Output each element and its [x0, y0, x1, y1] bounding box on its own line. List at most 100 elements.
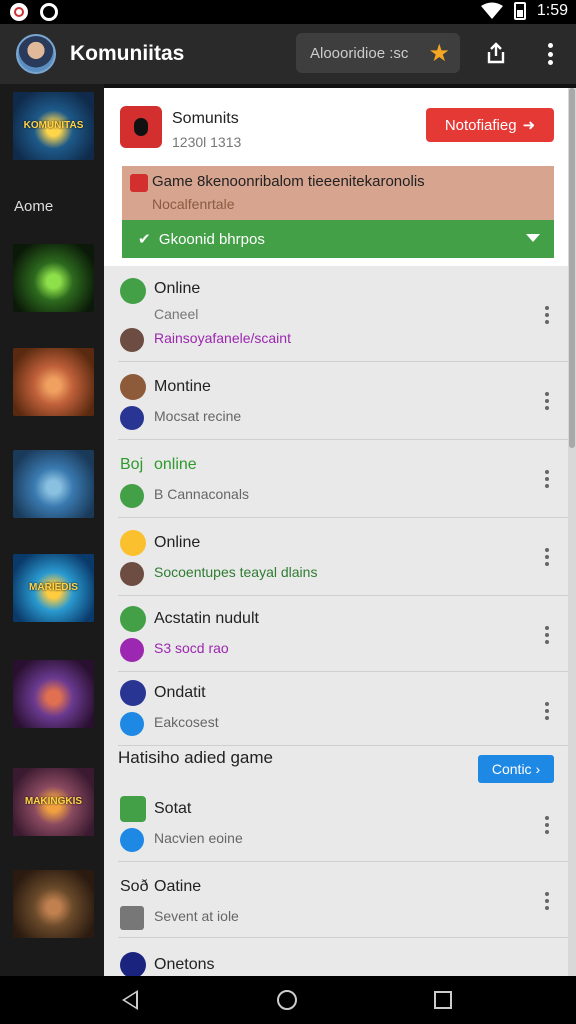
item-title: Montine [154, 378, 211, 395]
avatar [120, 712, 144, 736]
list-item[interactable]: Onetons [118, 938, 568, 976]
more-options-icon[interactable] [544, 702, 550, 720]
list-item[interactable]: Montine Mocsat recine [118, 362, 568, 440]
main-panel: Somunits 1230l 1313 Notofiafieg ➜ Game 8… [104, 88, 568, 976]
item-title: Online [154, 280, 201, 297]
chevron-down-icon [526, 234, 540, 242]
game-thumbnail[interactable] [13, 244, 94, 312]
puzzle-icon [120, 828, 144, 852]
item-detail: Rainsoyafanele/scaint [154, 330, 291, 346]
check-icon: ✔ [138, 231, 151, 248]
more-options-icon[interactable] [544, 816, 550, 834]
game-thumbnail-caption: MARIEDIS [29, 582, 78, 593]
game-controller-icon [120, 106, 162, 148]
list-item[interactable]: Soð Oatine Sevent at iole [118, 862, 568, 938]
avatar [120, 952, 146, 976]
more-options-icon[interactable] [544, 306, 550, 324]
card-title: Somunits [172, 110, 239, 127]
overflow-menu-icon[interactable] [538, 40, 562, 68]
avatar [120, 328, 144, 352]
list-item[interactable]: Ondatit Eakcosest [118, 672, 568, 746]
section-title: Hatisiho adied game [118, 748, 273, 767]
tag-icon [120, 906, 144, 930]
game-thumbnail[interactable] [13, 660, 94, 728]
list-item[interactable]: Online Socoentupes teayal dlains [118, 518, 568, 596]
status-bar: 1:59 [0, 0, 576, 24]
list-item[interactable]: Boj online B Cannaconals [118, 440, 568, 518]
game-thumbnail[interactable]: MARIEDIS [13, 554, 94, 622]
scrollbar-thumb[interactable] [569, 88, 575, 448]
item-subtitle: Nacvien eoine [154, 830, 243, 846]
item-subtitle: Sevent at iole [154, 908, 239, 924]
item-subtitle: Mocsat recine [154, 408, 242, 424]
list-item[interactable]: Online Caneel Rainsoyafanele/scaint [118, 268, 568, 362]
more-options-icon[interactable] [544, 548, 550, 566]
info-banner: Game 8kenoonribalom tieeenitekaronolis N… [122, 166, 554, 220]
more-options-icon[interactable] [544, 392, 550, 410]
notification-button[interactable]: Notofiafieg ➜ [426, 108, 554, 142]
game-thumbnail[interactable] [13, 348, 94, 416]
online-status-icon [120, 278, 146, 304]
recent-apps-icon[interactable] [434, 991, 452, 1009]
back-icon[interactable] [122, 990, 138, 1010]
star-icon[interactable]: ★ [428, 39, 450, 68]
search-field[interactable]: Aloooridioe :sc ★ [296, 33, 460, 73]
sidebar-label[interactable]: Aome [14, 198, 53, 215]
search-placeholder: Aloooridioe :sc [310, 44, 409, 62]
item-title: Ondatit [154, 684, 206, 701]
chat-icon [120, 484, 144, 508]
avatar [120, 406, 144, 430]
app-notification-icon [40, 3, 58, 21]
game-thumbnail[interactable] [13, 450, 94, 518]
more-options-icon[interactable] [544, 892, 550, 910]
card-subtitle: 1230l 1313 [172, 134, 242, 150]
game-thumbnail[interactable]: MAKINGKIS [13, 768, 94, 836]
scrollbar[interactable] [568, 88, 576, 976]
arrow-right-icon: ➜ [522, 117, 536, 134]
item-prefix: Soð [120, 878, 149, 895]
item-subtitle: Eakcosest [154, 714, 219, 730]
item-title: online [154, 456, 197, 473]
list-item[interactable]: Sotat Nacvien eoine [118, 786, 568, 862]
alert-icon [130, 174, 148, 192]
avatar [120, 562, 144, 586]
group-action-label: Gkoonid bhrpos [158, 230, 265, 248]
group-action-button[interactable]: ✔ Gkoonid bhrpos [122, 220, 554, 258]
item-title: Acstatin nudult [154, 610, 259, 627]
banner-subtext: Nocalfenrtale [152, 196, 235, 212]
contact-button[interactable]: Contic › [478, 755, 554, 783]
item-title: Oatine [154, 878, 202, 895]
game-thumbnail-caption: MAKINGKIS [24, 796, 83, 807]
item-prefix: Boj [120, 456, 144, 473]
app-title: Komuniitas [70, 42, 185, 65]
game-thumbnail[interactable] [13, 870, 94, 938]
game-icon [120, 606, 146, 632]
item-subtitle: Caneel [154, 306, 199, 322]
more-options-icon[interactable] [544, 470, 550, 488]
more-options-icon[interactable] [544, 626, 550, 644]
wifi-icon [480, 2, 503, 19]
share-icon[interactable] [484, 41, 508, 65]
game-thumbnail-caption: KOMUNITAS [23, 120, 84, 131]
emoji-icon [120, 530, 146, 556]
avatar [120, 638, 144, 662]
avatar [120, 374, 146, 400]
sidebar: Aome KOMUNITAS MARIEDIS MAKINGKIS [0, 84, 104, 976]
avatar[interactable] [16, 34, 56, 74]
item-subtitle: B Cannaconals [154, 486, 249, 502]
home-icon[interactable] [277, 990, 297, 1010]
list-item[interactable]: Acstatin nudult S3 socd rao [118, 596, 568, 672]
item-subtitle: S3 socd rao [154, 640, 229, 656]
item-title: Onetons [154, 956, 215, 973]
item-title: Sotat [154, 800, 192, 817]
item-title: Online [154, 534, 201, 551]
game-thumbnail[interactable]: KOMUNITAS [13, 92, 94, 160]
notification-button-label: Notofiafieg [444, 116, 517, 134]
compass-icon [120, 680, 146, 706]
contact-button-label: Contic [491, 761, 532, 777]
game-icon [120, 796, 146, 822]
app-bar: Komuniitas Aloooridioe :sc ★ [0, 24, 576, 84]
banner-text: Game 8kenoonribalom tieeenitekaronolis [152, 173, 425, 190]
item-subtitle: Socoentupes teayal dlains [154, 564, 318, 580]
battery-icon [513, 2, 526, 20]
